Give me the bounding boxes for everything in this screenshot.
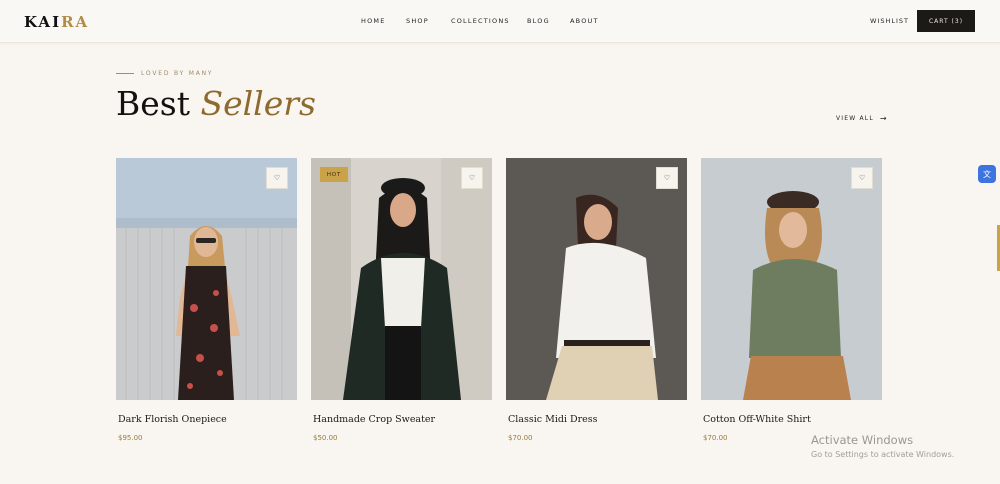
product-image[interactable]: HOT ♡ (311, 158, 492, 400)
wishlist-heart-icon[interactable]: ♡ (461, 167, 483, 189)
product-image[interactable]: ♡ (701, 158, 882, 400)
product-image[interactable]: ♡ (506, 158, 687, 400)
view-all-link[interactable]: VIEW ALL → (836, 114, 888, 123)
nav-item-collections[interactable]: COLLECTIONS (451, 17, 510, 25)
cart-button[interactable]: CART (3) (917, 10, 975, 32)
nav-item-about[interactable]: ABOUT (570, 17, 599, 25)
product-name[interactable]: Cotton Off-White Shirt (701, 414, 882, 425)
product-price: $50.00 (313, 434, 338, 442)
product-price: $95.00 (118, 434, 143, 442)
eyebrow-divider (116, 73, 134, 74)
hot-badge: HOT (320, 167, 348, 182)
product-name[interactable]: Classic Midi Dress (506, 414, 687, 425)
product-name[interactable]: Dark Florish Onepiece (116, 414, 297, 425)
wishlist-heart-icon[interactable]: ♡ (851, 167, 873, 189)
product-card[interactable]: ♡ Cotton Off-White Shirt $70.00 (701, 158, 882, 442)
section-eyebrow: LOVED BY MANY (141, 70, 214, 77)
product-card[interactable]: HOT ♡ Handmade Crop Sweater $50.00 (311, 158, 492, 442)
activate-windows-title: Activate Windows (811, 433, 914, 447)
logo-text-dark: KAI (24, 13, 62, 31)
nav-item-shop[interactable]: SHOP (406, 17, 429, 25)
activate-windows-subtitle: Go to Settings to activate Windows. (811, 450, 955, 459)
section-title-plain: Best (116, 84, 190, 123)
wishlist-link[interactable]: WISHLIST (870, 17, 909, 25)
translate-icon[interactable]: 文 (978, 165, 996, 183)
section-title: Best Sellers (116, 84, 316, 123)
nav-item-blog[interactable]: BLOG (527, 17, 550, 25)
arrow-right-icon: → (879, 114, 888, 123)
wishlist-heart-icon[interactable]: ♡ (656, 167, 678, 189)
navbar: KAI RA HOME SHOP COLLECTIONS BLOG ABOUT W… (0, 0, 1000, 43)
product-name[interactable]: Handmade Crop Sweater (311, 414, 492, 425)
section-title-accent: Sellers (200, 84, 316, 123)
logo-text-gold: RA (61, 13, 90, 31)
site-logo[interactable]: KAI RA (24, 13, 89, 31)
product-image[interactable]: ♡ (116, 158, 297, 400)
view-all-label: VIEW ALL (836, 115, 874, 122)
wishlist-heart-icon[interactable]: ♡ (266, 167, 288, 189)
product-card[interactable]: ♡ Classic Midi Dress $70.00 (506, 158, 687, 442)
nav-item-home[interactable]: HOME (361, 17, 386, 25)
product-price: $70.00 (508, 434, 533, 442)
product-card[interactable]: ♡ Dark Florish Onepiece $95.00 (116, 158, 297, 442)
